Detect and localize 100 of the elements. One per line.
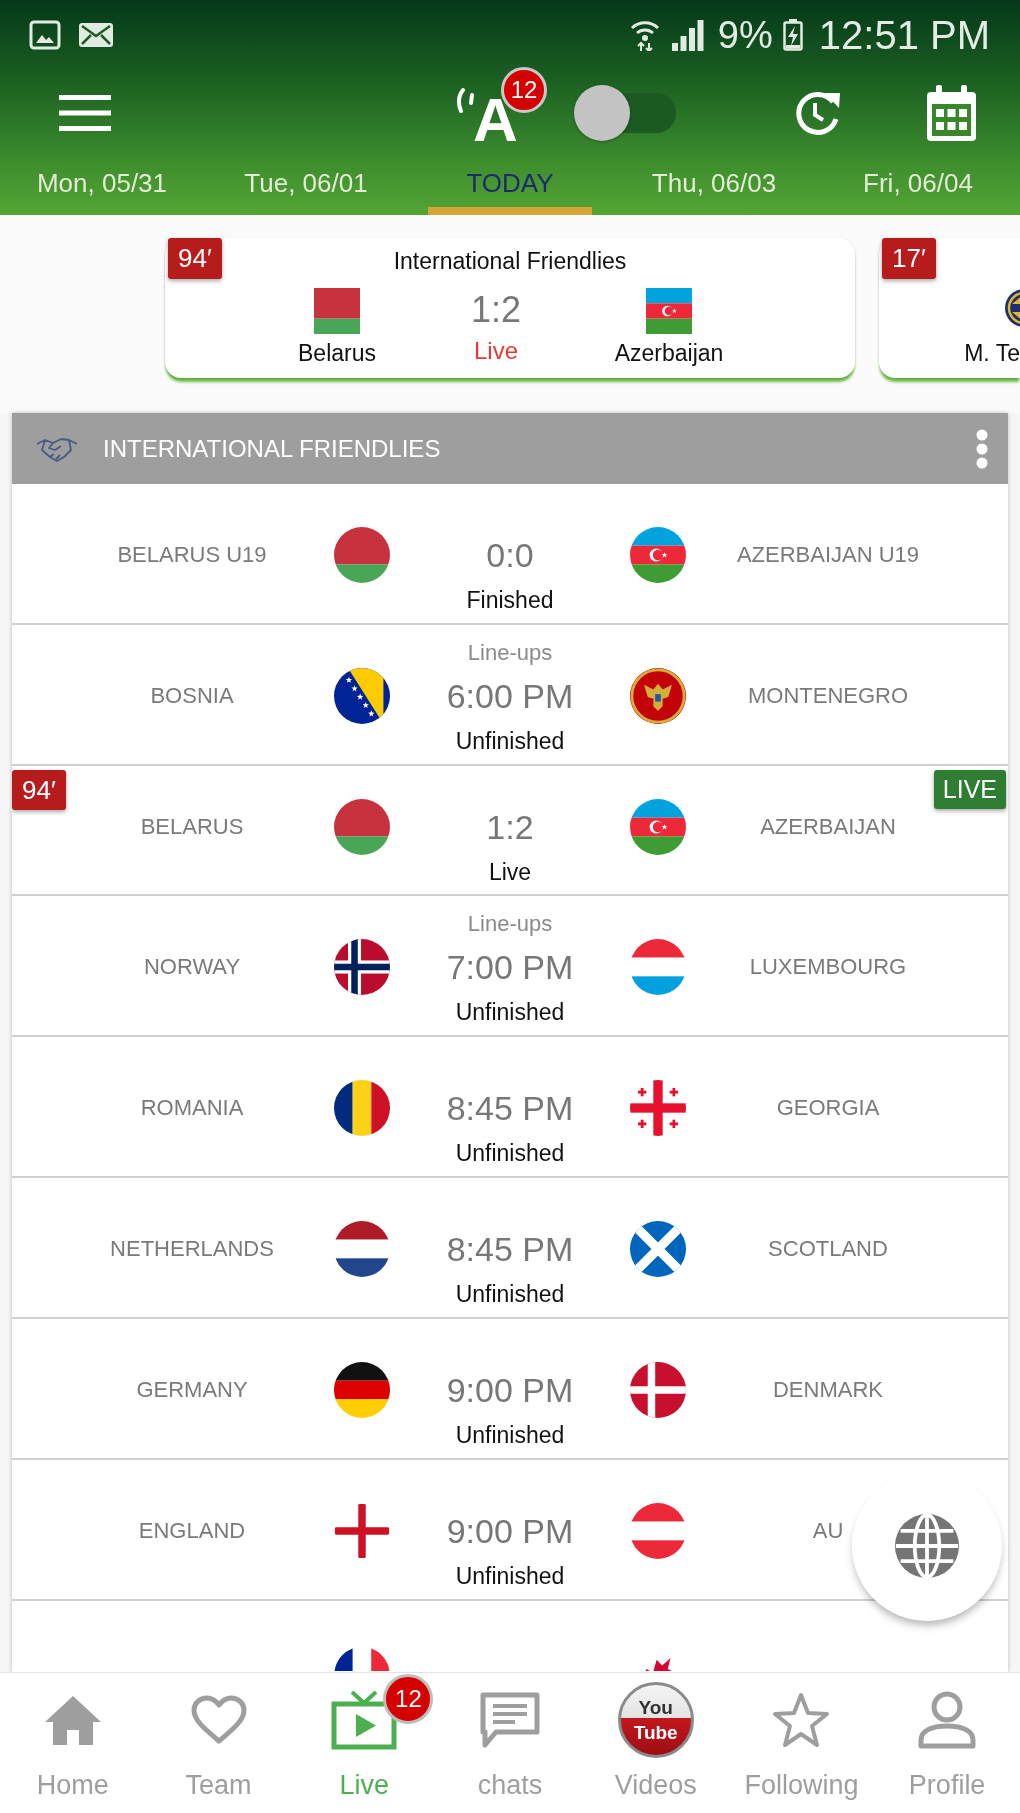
match-status: Unfinished bbox=[455, 998, 565, 1026]
match-status: Unfinished bbox=[455, 1280, 565, 1308]
more-icon bbox=[976, 428, 988, 469]
chat-icon bbox=[479, 1691, 541, 1749]
date-tab[interactable]: Mon, 05/31 bbox=[20, 155, 184, 215]
match-status: Unfinished bbox=[455, 1421, 565, 1449]
germany-flag-icon bbox=[334, 1362, 390, 1418]
live-badge: LIVE bbox=[933, 770, 1006, 809]
battery-icon bbox=[782, 19, 803, 51]
nav-tab[interactable]: chats bbox=[437, 1673, 583, 1813]
norway-flag-icon bbox=[334, 939, 390, 995]
competition-header[interactable]: INTERNATIONAL FRIENDLIES bbox=[12, 413, 1008, 484]
romania-flag-icon bbox=[334, 1080, 390, 1136]
match-card[interactable]: 17′ M. Te bbox=[879, 238, 1020, 378]
date-tab[interactable]: Thu, 06/03 bbox=[632, 155, 796, 215]
denmark-flag-icon bbox=[630, 1362, 686, 1418]
belarus-flag-icon bbox=[314, 288, 360, 334]
netherlands-flag-icon bbox=[334, 1221, 390, 1277]
crest-icon bbox=[1003, 288, 1020, 328]
kick-off-time: 6:00 PM bbox=[446, 676, 574, 716]
georgia-flag-icon bbox=[630, 1080, 686, 1136]
globe-icon bbox=[894, 1513, 960, 1579]
belarus-flag-icon bbox=[334, 799, 390, 855]
nav-tab[interactable]: Home bbox=[0, 1673, 146, 1813]
lineups-link[interactable]: Line-ups bbox=[467, 911, 553, 937]
match-status: Live bbox=[488, 858, 532, 886]
match-row[interactable]: BOSNIA Line-ups 6:00 PM Unfinished MONTENEGRO bbox=[12, 625, 1008, 766]
team-name: AU bbox=[812, 1518, 844, 1544]
tv-icon bbox=[331, 1690, 398, 1750]
nav-tab[interactable]: Profile bbox=[874, 1673, 1020, 1813]
team-name: Azerbaijan bbox=[614, 339, 724, 368]
calendar-icon bbox=[926, 84, 977, 141]
azerbaijan-flag-icon bbox=[646, 288, 692, 334]
match-status: Live bbox=[474, 336, 518, 366]
count-badge: 12 bbox=[383, 1674, 434, 1724]
team-name: M. Te bbox=[964, 339, 1020, 368]
date-tab[interactable]: Fri, 06/04 bbox=[836, 155, 1000, 215]
team-name: BELARUS U19 bbox=[117, 542, 267, 568]
match-status: Unfinished bbox=[455, 1562, 565, 1590]
match-row[interactable]: 94′ LIVE BELARUS 1:2 Live AZERBAIJAN bbox=[12, 766, 1008, 896]
austria-flag-icon bbox=[630, 1503, 686, 1559]
kick-off-time: 9:00 PM bbox=[446, 1370, 574, 1410]
competition-title: INTERNATIONAL FRIENDLIES bbox=[103, 434, 441, 463]
competition-name: International Friendlies bbox=[393, 247, 627, 276]
signal-icon bbox=[671, 19, 704, 51]
minute-badge: 94′ bbox=[168, 238, 222, 279]
match-row[interactable]: BELARUS U19 0:0 Finished AZERBAIJAN U19 bbox=[12, 484, 1008, 625]
luxembourg-flag-icon bbox=[630, 939, 686, 995]
clock-time: 12:51 PM bbox=[818, 13, 990, 57]
montenegro-flag-icon bbox=[630, 668, 686, 724]
team-name: AZERBAIJAN U19 bbox=[736, 542, 920, 568]
team-name: AZERBAIJAN bbox=[760, 814, 896, 840]
team-name: DENMARK bbox=[773, 1377, 883, 1403]
team-name: BOSNIA bbox=[150, 683, 234, 709]
team-name: ROMANIA bbox=[140, 1095, 244, 1121]
match-row[interactable]: ROMANIA 8:45 PM Unfinished GEORGIA bbox=[12, 1037, 1008, 1178]
lineups-link[interactable]: Line-ups bbox=[467, 640, 553, 666]
person-icon bbox=[916, 1691, 979, 1749]
date-tab[interactable]: Tue, 06/01 bbox=[224, 155, 388, 215]
azerbaijan-flag-icon bbox=[630, 799, 686, 855]
more-button[interactable] bbox=[976, 428, 988, 469]
kick-off-time: 8:45 PM bbox=[446, 1229, 574, 1269]
kick-off-time: 8:45 PM bbox=[446, 1088, 574, 1128]
team-name: BELARUS bbox=[140, 814, 244, 840]
match-status: Unfinished bbox=[455, 727, 565, 755]
team-name: GEORGIA bbox=[776, 1095, 880, 1121]
azerbaijan-flag-icon bbox=[630, 527, 686, 583]
mail-icon bbox=[79, 23, 113, 47]
team-name: LUXEMBOURG bbox=[749, 954, 907, 980]
bosnia-flag-icon bbox=[334, 668, 390, 724]
nav-tab[interactable]: Following bbox=[728, 1673, 875, 1813]
live-toggle[interactable] bbox=[574, 84, 676, 141]
match-row[interactable]: GERMANY 9:00 PM Unfinished DENMARK bbox=[12, 1319, 1008, 1460]
match-status: Finished bbox=[466, 586, 554, 614]
home-icon bbox=[43, 1695, 102, 1745]
scotland-flag-icon bbox=[630, 1221, 686, 1277]
menu-button[interactable] bbox=[59, 94, 111, 131]
england-flag-icon bbox=[334, 1503, 390, 1559]
kick-off-time: 7:00 PM bbox=[446, 947, 574, 987]
match-row[interactable]: NETHERLANDS 8:45 PM Unfinished SCOTLAND bbox=[12, 1178, 1008, 1319]
match-score: 0:0 bbox=[486, 535, 534, 575]
wifi-icon bbox=[629, 19, 660, 51]
team-name: NORWAY bbox=[143, 954, 241, 980]
match-row[interactable]: NORWAY Line-ups 7:00 PM Unfinished LUXEMBOURG bbox=[12, 896, 1008, 1037]
nav-tab[interactable]: You Tube Videos bbox=[582, 1673, 729, 1813]
team-name: NETHERLANDS bbox=[110, 1236, 274, 1262]
match-score: 1:2 bbox=[486, 807, 534, 847]
battery-percent: 9% bbox=[717, 13, 773, 57]
team-name: SCOTLAND bbox=[768, 1236, 888, 1262]
match-score: 1:2 bbox=[470, 288, 521, 332]
team-name: MONTENEGRO bbox=[747, 683, 909, 709]
match-card[interactable]: 94′ International Friendlies Belarus 1:2 Live Azerbaijan bbox=[165, 238, 855, 378]
match-status: Unfinished bbox=[455, 1139, 565, 1167]
nav-tab[interactable]: Team bbox=[145, 1673, 292, 1813]
video-logo: You Tube bbox=[617, 1682, 694, 1758]
minute-badge: 17′ bbox=[882, 238, 936, 279]
team-name: Belarus bbox=[298, 339, 376, 368]
heart-icon bbox=[189, 1695, 248, 1745]
calendar-button[interactable] bbox=[926, 84, 977, 141]
team-name: ENGLAND bbox=[138, 1518, 246, 1544]
